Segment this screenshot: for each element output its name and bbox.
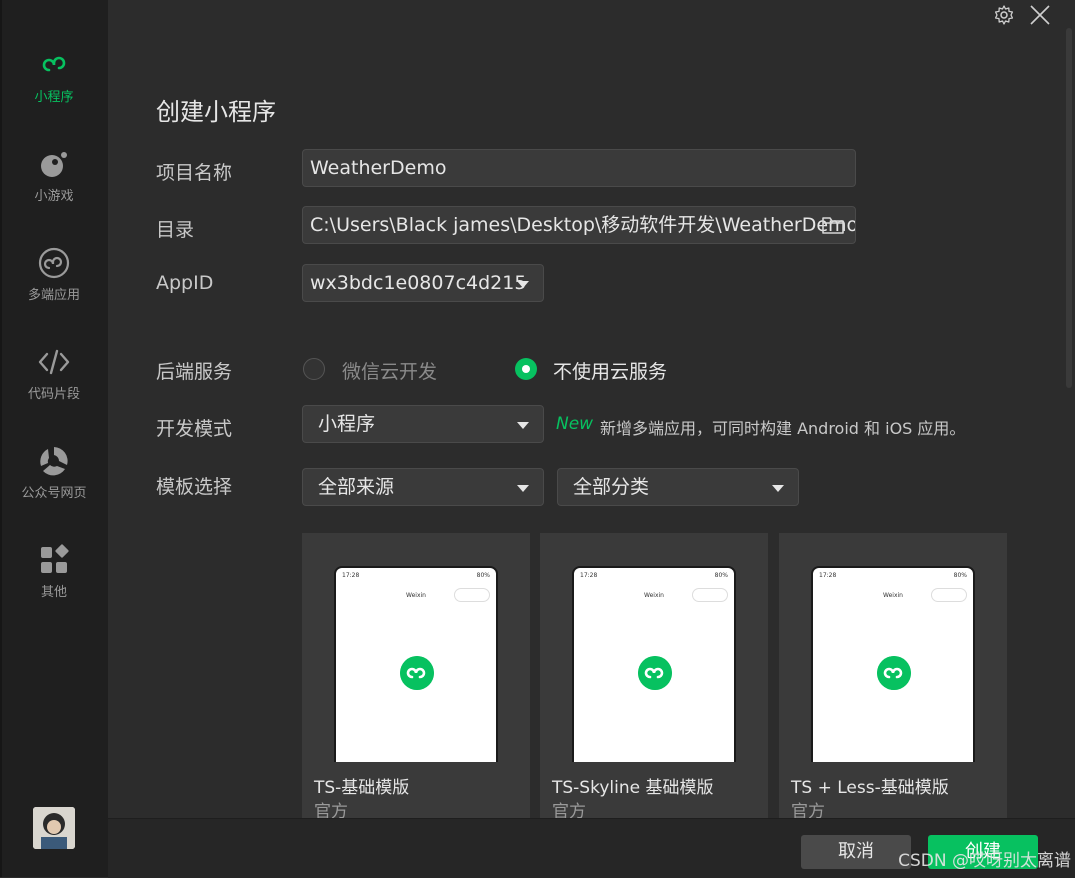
- radio-wechat-cloud-label[interactable]: 微信云开发: [342, 357, 437, 384]
- mini-program-icon: [42, 56, 66, 72]
- sidebar-item-code-snippet[interactable]: 代码片段: [0, 345, 108, 402]
- sidebar-item-label: 其他: [40, 585, 67, 600]
- directory-input[interactable]: C:\Users\Black james\Desktop\移动软件开发\Weat…: [302, 206, 856, 244]
- preview-status-bar: 17:28 80%: [819, 572, 967, 579]
- preview-time: 17:28: [819, 572, 837, 579]
- template-title: TS-Skyline 基础模版: [552, 778, 714, 798]
- dev-mode-label: 开发模式: [156, 418, 233, 440]
- template-source-value: 全部来源: [318, 476, 395, 498]
- preview-battery: 80%: [714, 572, 728, 579]
- sidebar-item-label: 代码片段: [27, 387, 80, 402]
- mini-game-icon: [41, 152, 67, 177]
- directory-value: C:\Users\Black james\Desktop\移动软件开发\Weat…: [310, 214, 856, 236]
- sidebar-item-official-account[interactable]: 公众号网页: [0, 444, 108, 501]
- sidebar-item-mini-program[interactable]: 小程序: [0, 48, 108, 105]
- template-preview: 17:28 80% Weixin: [572, 566, 736, 762]
- sidebar-item-label: 公众号网页: [21, 486, 87, 501]
- dev-mode-value: 小程序: [318, 413, 376, 435]
- mini-program-logo-icon: [400, 656, 434, 690]
- preview-status-bar: 17:28 80%: [342, 572, 490, 579]
- template-title: TS + Less-基础模版: [791, 778, 949, 798]
- watermark: CSDN @哎呀别太离谱: [898, 851, 1071, 871]
- appid-label: AppID: [156, 272, 214, 294]
- sidebar-item-label: 小程序: [34, 90, 74, 105]
- dev-mode-select[interactable]: 小程序: [302, 405, 544, 443]
- sidebar-item-label: 小游戏: [34, 189, 74, 204]
- official-account-icon: [40, 447, 68, 476]
- create-project-panel: 创建小程序 项目名称 WeatherDemo 目录 C:\Users\Black…: [108, 0, 1075, 878]
- sidebar-item-mini-game[interactable]: 小游戏: [0, 147, 108, 204]
- preview-capsule: [931, 588, 967, 602]
- preview-capsule: [692, 588, 728, 602]
- avatar[interactable]: [33, 807, 75, 849]
- mini-program-logo-icon: [638, 656, 672, 690]
- preview-battery: 80%: [953, 572, 967, 579]
- template-title: TS-基础模版: [314, 778, 410, 798]
- backend-label: 后端服务: [156, 361, 233, 383]
- sidebar-edge: [0, 0, 2, 877]
- code-snippet-icon: [38, 349, 70, 375]
- project-name-input[interactable]: WeatherDemo: [302, 149, 856, 187]
- cancel-button[interactable]: 取消: [801, 835, 911, 869]
- preview-capsule: [454, 588, 490, 602]
- radio-no-cloud[interactable]: [515, 358, 537, 380]
- chevron-down-icon: [517, 281, 529, 288]
- template-category-select[interactable]: 全部分类: [557, 468, 799, 506]
- chevron-down-icon: [517, 485, 529, 492]
- project-name-label: 项目名称: [156, 162, 233, 184]
- template-card[interactable]: 17:28 80% Weixin TS-Skyline 基础模版 官方: [540, 533, 768, 823]
- preview-time: 17:28: [580, 572, 598, 579]
- scrollbar[interactable]: [1066, 28, 1072, 388]
- appid-value: wx3bdc1e0807c4d215: [310, 272, 527, 294]
- radio-wechat-cloud[interactable]: [303, 358, 325, 380]
- directory-label: 目录: [156, 219, 195, 241]
- template-label: 模板选择: [156, 476, 233, 498]
- template-category-value: 全部分类: [573, 476, 650, 498]
- gear-icon[interactable]: [993, 4, 1015, 26]
- radio-no-cloud-label[interactable]: 不使用云服务: [553, 357, 667, 384]
- dev-mode-hint: 新增多端应用，可同时构建 Android 和 iOS 应用。: [600, 419, 966, 438]
- preview-time: 17:28: [342, 572, 360, 579]
- page-title: 创建小程序: [156, 98, 276, 126]
- close-icon[interactable]: [1029, 4, 1051, 26]
- sidebar-item-other[interactable]: 其他: [0, 543, 108, 600]
- template-card[interactable]: 17:28 80% Weixin TS-基础模版 官方: [302, 533, 530, 823]
- folder-icon[interactable]: [821, 215, 845, 235]
- template-preview: 17:28 80% Weixin: [334, 566, 498, 762]
- template-source-select[interactable]: 全部来源: [302, 468, 544, 506]
- user-avatar-image: [33, 807, 75, 849]
- multi-platform-icon: [38, 247, 70, 279]
- new-badge: New: [556, 414, 594, 434]
- sidebar: 小程序 小游戏 多端应用 代码片段 公众号网页 其他: [0, 0, 108, 877]
- chevron-down-icon: [772, 485, 784, 492]
- other-apps-icon: [41, 544, 69, 573]
- sidebar-item-label: 多端应用: [27, 288, 80, 303]
- template-card[interactable]: 17:28 80% Weixin TS + Less-基础模版 官方: [779, 533, 1007, 823]
- sidebar-item-multi-platform[interactable]: 多端应用: [0, 246, 108, 303]
- preview-status-bar: 17:28 80%: [580, 572, 728, 579]
- preview-battery: 80%: [476, 572, 490, 579]
- mini-program-logo-icon: [877, 656, 911, 690]
- template-preview: 17:28 80% Weixin: [811, 566, 975, 762]
- appid-select[interactable]: wx3bdc1e0807c4d215: [302, 264, 544, 302]
- chevron-down-icon: [517, 422, 529, 429]
